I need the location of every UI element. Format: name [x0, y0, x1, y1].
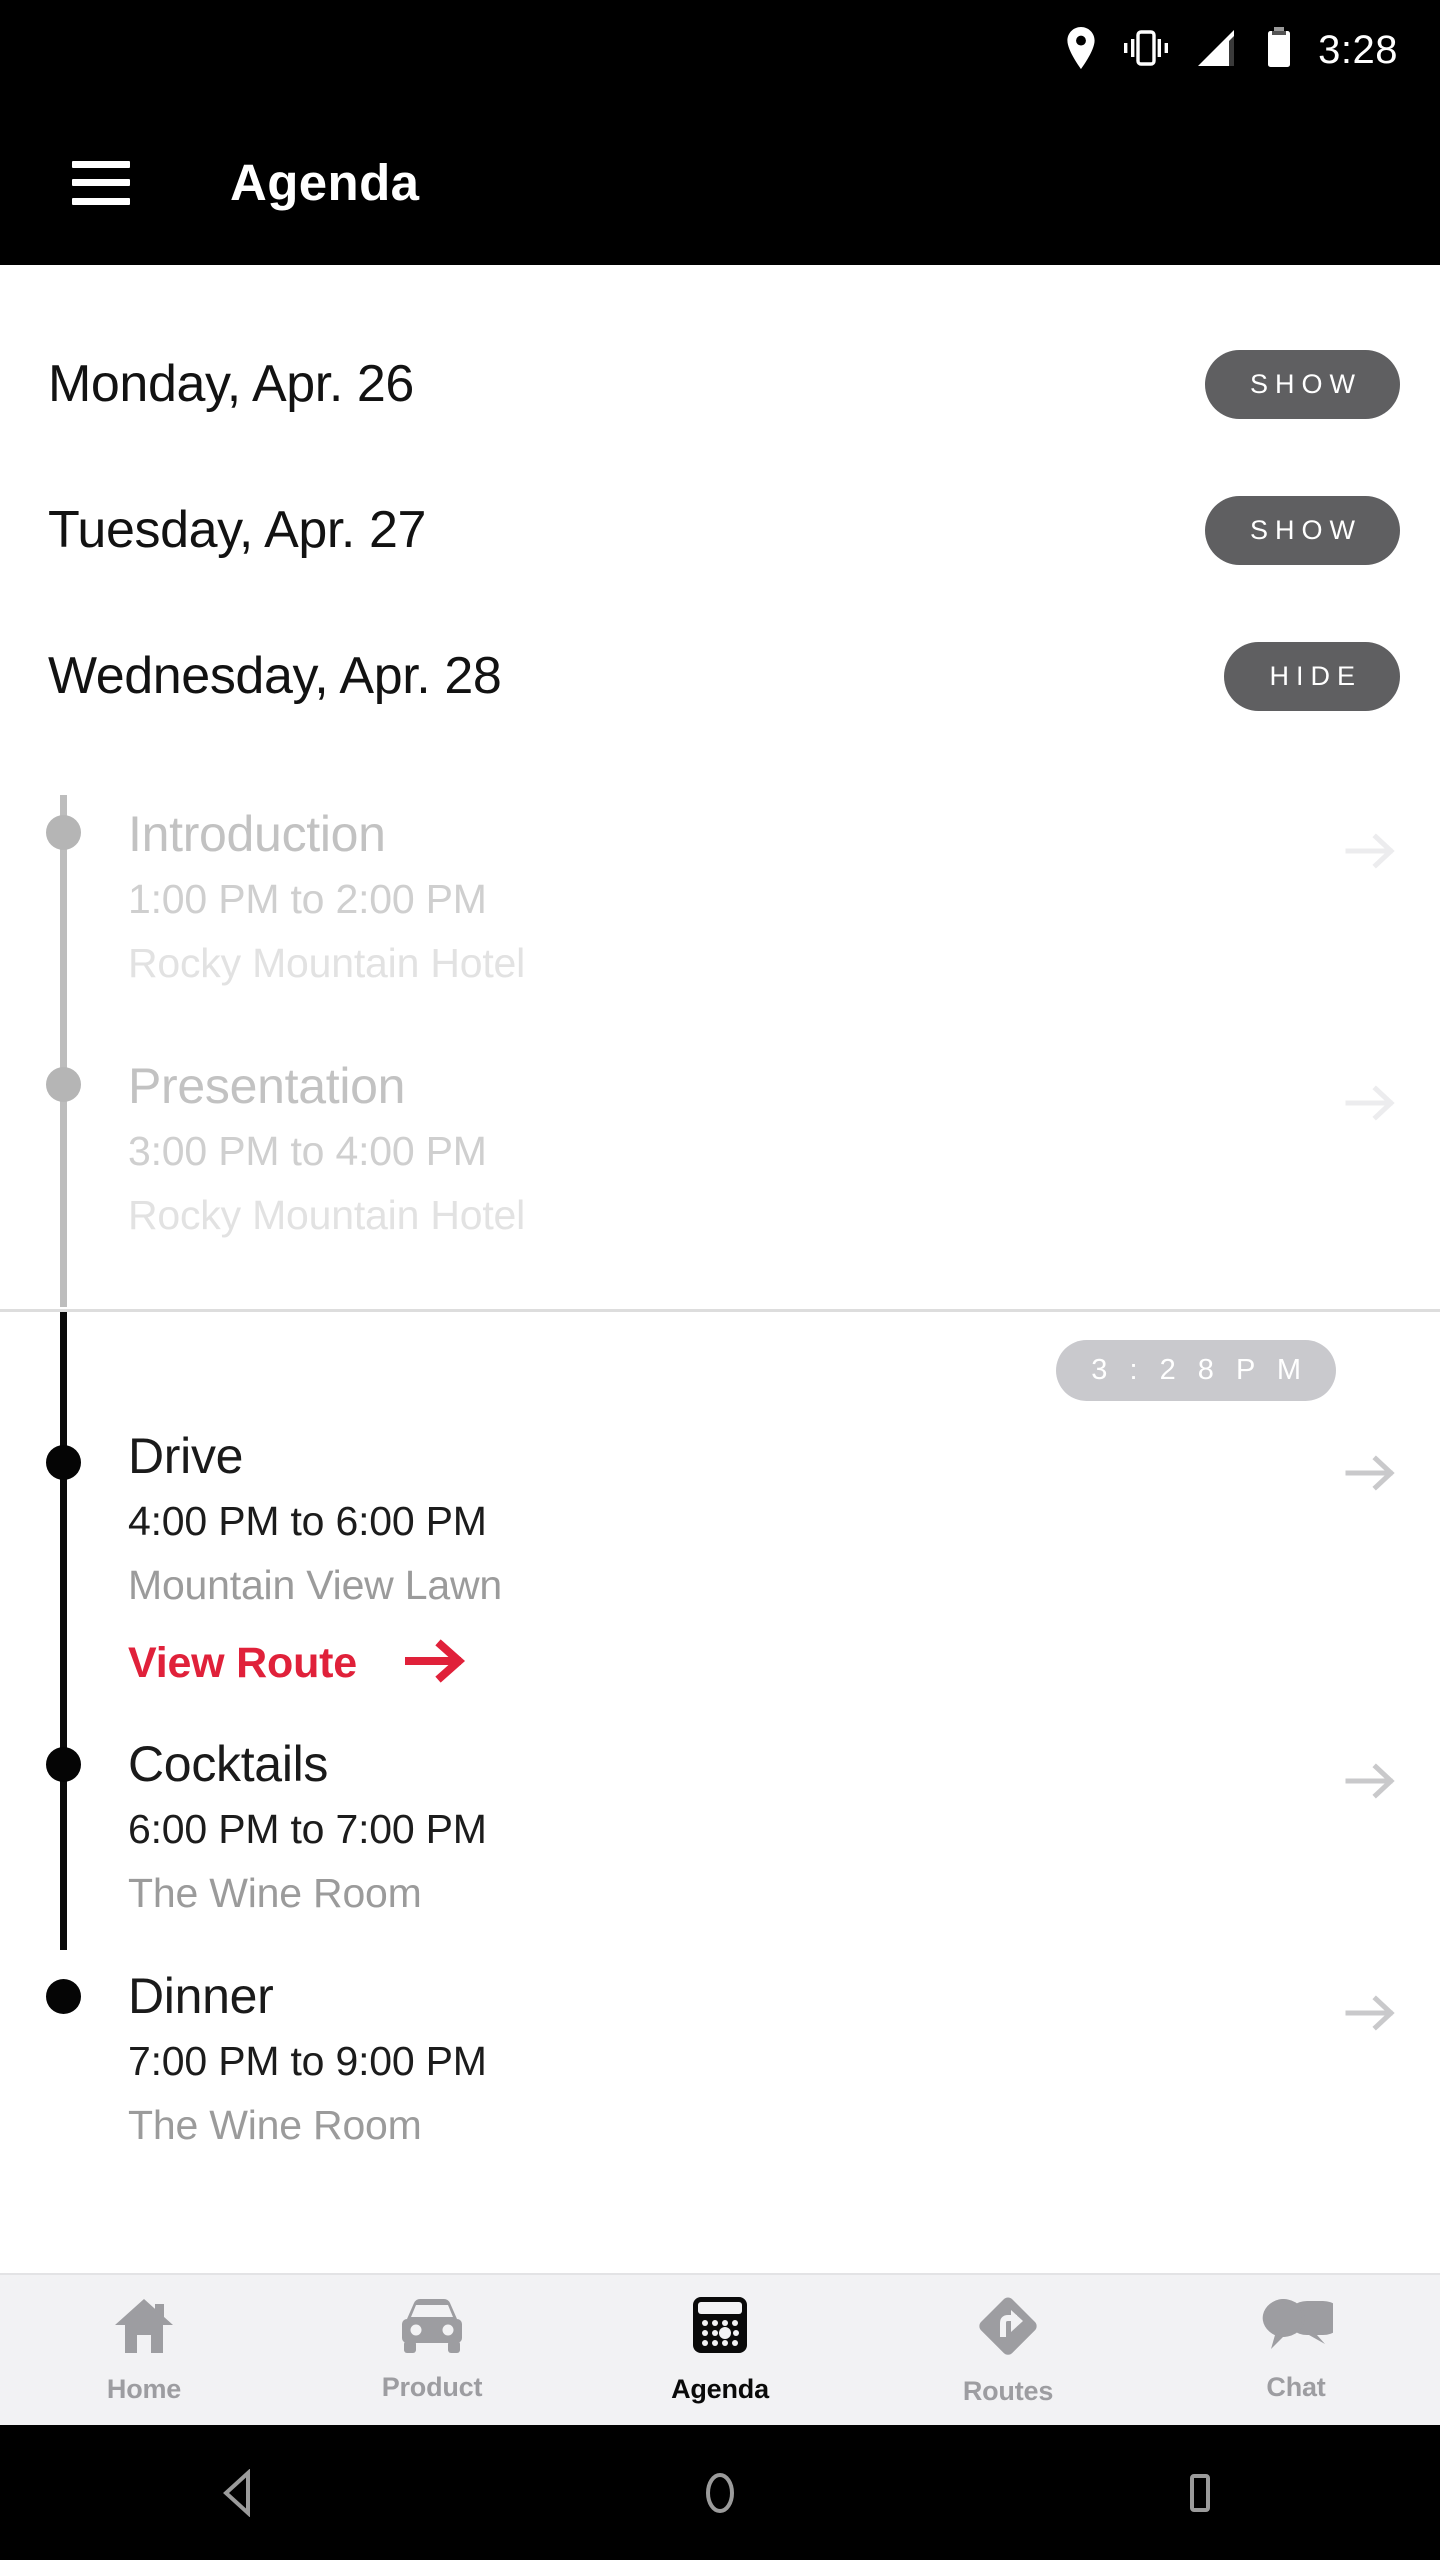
vibrate-icon	[1122, 28, 1170, 73]
chevron-right-icon[interactable]	[1344, 1081, 1400, 1130]
nav-label: Chat	[1266, 2372, 1326, 2402]
car-icon	[396, 2297, 468, 2360]
day-toggle-button-tuesday[interactable]: SHOW	[1205, 495, 1400, 565]
now-marker: 3 : 2 8 P M	[0, 1312, 1440, 1401]
day-label: Wednesday, Apr. 28	[48, 647, 502, 705]
chat-bubbles-icon	[1259, 2297, 1343, 2360]
day-header-monday[interactable]: Monday, Apr. 26 SHOW	[0, 311, 1440, 457]
day-header-tuesday[interactable]: Tuesday, Apr. 27 SHOW	[0, 457, 1440, 603]
nav-label: Agenda	[671, 2374, 769, 2404]
bottom-navigation: Home Product Agenda Routes Chat	[0, 2273, 1440, 2425]
turn-right-diamond-icon	[975, 2293, 1041, 2364]
app-bar: Agenda	[0, 100, 1440, 265]
battery-icon	[1266, 26, 1292, 74]
event-details: Introduction 1:00 PM to 2:00 PM Rocky Mo…	[128, 807, 1344, 987]
system-navigation-bar	[0, 2425, 1440, 2560]
event-title: Cocktails	[128, 1736, 329, 1793]
nav-label: Routes	[962, 2376, 1054, 2406]
event-details: Drive 4:00 PM to 6:00 PM Mountain View L…	[128, 1429, 1344, 1690]
event-location: The Wine Room	[128, 1870, 422, 1917]
day-toggle-button-wednesday[interactable]: HIDE	[1224, 641, 1400, 711]
view-route-link[interactable]: View Route	[128, 1638, 467, 1689]
chevron-right-icon[interactable]	[1344, 1991, 1400, 2040]
event-location: Rocky Mountain Hotel	[128, 1191, 526, 1238]
timeline-current: 3 : 2 8 P M Drive 4:00 PM to 6:00 PM Mou…	[0, 1311, 1440, 2149]
status-bar: 3:28	[0, 0, 1440, 100]
chevron-right-icon[interactable]	[1344, 1759, 1400, 1808]
agenda-list[interactable]: Monday, Apr. 26 SHOW Tuesday, Apr. 27 SH…	[0, 265, 1440, 2273]
event-title: Presentation	[128, 1057, 406, 1114]
nav-label: Home	[106, 2374, 182, 2404]
timeline-dot	[46, 1444, 81, 1480]
event-row-drive[interactable]: Drive 4:00 PM to 6:00 PM Mountain View L…	[0, 1401, 1440, 1690]
timeline-dot	[46, 1066, 81, 1102]
recents-square-icon[interactable]	[1120, 2425, 1280, 2560]
event-time: 1:00 PM to 2:00 PM	[128, 876, 487, 922]
location-pin-icon	[1066, 26, 1096, 74]
nav-item-agenda[interactable]: Agenda	[576, 2295, 864, 2405]
nav-item-home[interactable]: Home	[0, 2295, 288, 2405]
app-root: 3:28 Agenda Monday, Apr. 26 SHOW Tuesday…	[0, 0, 1440, 2560]
day-toggle-button-monday[interactable]: SHOW	[1205, 349, 1400, 419]
timeline-past: Introduction 1:00 PM to 2:00 PM Rocky Mo…	[0, 749, 1440, 1309]
nav-item-chat[interactable]: Chat	[1152, 2297, 1440, 2403]
view-route-label: View Route	[128, 1639, 357, 1688]
event-location: Mountain View Lawn	[128, 1561, 502, 1608]
event-details: Presentation 3:00 PM to 4:00 PM Rocky Mo…	[128, 1059, 1344, 1239]
nav-label: Product	[381, 2372, 483, 2402]
event-row-dinner[interactable]: Dinner 7:00 PM to 9:00 PM The Wine Room	[0, 1917, 1440, 2149]
event-time: 6:00 PM to 7:00 PM	[128, 1806, 487, 1853]
day-header-wednesday[interactable]: Wednesday, Apr. 28 HIDE	[0, 603, 1440, 749]
page-title: Agenda	[230, 154, 420, 211]
nav-item-product[interactable]: Product	[288, 2297, 576, 2403]
event-title: Dinner	[128, 1968, 274, 2025]
event-location: Rocky Mountain Hotel	[128, 939, 526, 986]
home-circle-icon[interactable]	[640, 2425, 800, 2560]
chevron-right-icon[interactable]	[1344, 1451, 1400, 1500]
timeline-dot	[46, 1747, 81, 1783]
arrow-right-icon	[403, 1638, 467, 1689]
status-bar-clock: 3:28	[1318, 27, 1398, 72]
nav-item-routes[interactable]: Routes	[864, 2293, 1152, 2407]
back-triangle-icon[interactable]	[160, 2425, 320, 2560]
event-time: 7:00 PM to 9:00 PM	[128, 2038, 487, 2085]
event-row-presentation[interactable]: Presentation 3:00 PM to 4:00 PM Rocky Mo…	[0, 987, 1440, 1239]
event-details: Dinner 7:00 PM to 9:00 PM The Wine Room	[128, 1969, 1344, 2149]
event-title: Introduction	[128, 806, 386, 862]
timeline-dot	[46, 815, 81, 850]
timeline-dot	[46, 1979, 81, 2015]
hamburger-menu-icon[interactable]	[72, 160, 130, 205]
now-time-badge: 3 : 2 8 P M	[1056, 1339, 1336, 1401]
event-location: The Wine Room	[128, 2102, 422, 2149]
day-label: Monday, Apr. 26	[48, 355, 414, 413]
day-label: Tuesday, Apr. 27	[48, 501, 427, 559]
chevron-right-icon[interactable]	[1344, 829, 1400, 878]
signal-icon	[1196, 28, 1240, 73]
event-row-cocktails[interactable]: Cocktails 6:00 PM to 7:00 PM The Wine Ro…	[0, 1689, 1440, 1917]
event-row-introduction[interactable]: Introduction 1:00 PM to 2:00 PM Rocky Mo…	[0, 775, 1440, 987]
home-icon	[111, 2295, 177, 2362]
status-bar-icons	[1066, 26, 1292, 74]
event-details: Cocktails 6:00 PM to 7:00 PM The Wine Ro…	[128, 1737, 1344, 1917]
event-time: 4:00 PM to 6:00 PM	[128, 1497, 487, 1544]
calendar-icon	[689, 2295, 751, 2362]
event-time: 3:00 PM to 4:00 PM	[128, 1127, 487, 1174]
event-title: Drive	[128, 1427, 244, 1484]
